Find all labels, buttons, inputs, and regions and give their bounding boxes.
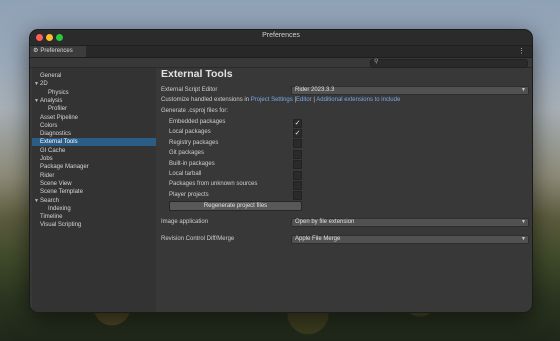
sidebar-item-analysis[interactable]: ▼ Analysis <box>32 97 156 105</box>
option-label: Local packages <box>169 129 211 136</box>
page-title: External Tools <box>161 68 233 80</box>
sidebar-item-external-tools[interactable]: External Tools <box>32 138 156 147</box>
gear-icon: ⚙ <box>33 48 39 54</box>
sidebar-item-physics[interactable]: Physics <box>32 89 156 97</box>
tab-label: Preferences <box>40 48 73 54</box>
image-application-label: Image application <box>161 219 209 225</box>
option-label: Registry packages <box>169 139 219 146</box>
option-label: Git packages <box>169 150 205 157</box>
option-label: Embedded packages <box>169 119 226 125</box>
sidebar-item-search[interactable]: ▼ Search <box>32 197 156 205</box>
sidebar-item-label: Search <box>40 197 60 204</box>
option-label: Packages from unknown sources <box>169 181 258 188</box>
sidebar: General ▼ 2D Physics ▼ Analysis Profiler Asset … <box>32 68 156 312</box>
sidebar-item-label: Colors <box>40 122 58 129</box>
sidebar-item-jobs[interactable]: Jobs <box>32 155 156 163</box>
project-settings-link[interactable]: Project Settings <box>251 97 293 103</box>
generate-label: Generate .csproj files for: <box>161 108 229 114</box>
link-separator: | <box>313 97 315 103</box>
option-checkbox[interactable] <box>293 139 302 149</box>
more-options-icon[interactable]: ⋮ <box>518 47 525 55</box>
sidebar-item-label: Rider <box>40 172 55 179</box>
script-editor-label: External Script Editor <box>161 87 218 93</box>
sidebar-item-label: Scene View <box>40 180 72 187</box>
script-editor-value: Rider 2023.3.3 <box>295 87 335 93</box>
content-area: General ▼ 2D Physics ▼ Analysis Profiler Asset … <box>30 68 532 312</box>
sidebar-item-asset-pipeline[interactable]: Asset Pipeline <box>32 114 156 122</box>
sidebar-item-label: Visual Scripting <box>40 222 82 229</box>
window-title: Preferences <box>262 32 300 39</box>
revision-control-label: Revision Control Diff/Merge <box>161 236 235 242</box>
sidebar-item-label: Timeline <box>40 214 63 221</box>
sidebar-item-profiler[interactable]: Profiler <box>32 105 156 113</box>
image-application-value: Open by file extension <box>295 219 355 225</box>
sidebar-item-label: Jobs <box>40 156 53 162</box>
option-checkbox[interactable] <box>293 160 302 170</box>
revision-control-value: Apple File Merge <box>295 236 341 242</box>
sidebar-item-general[interactable]: General <box>32 72 156 80</box>
option-checkbox[interactable]: ✓ <box>293 128 302 138</box>
sidebar-item-timeline[interactable]: Timeline <box>32 213 156 221</box>
search-input[interactable]: ⚲ <box>370 59 528 68</box>
sidebar-item-scene-template[interactable]: Scene Template <box>32 188 156 196</box>
regenerate-project-files-button[interactable]: Regenerate project files <box>169 201 302 211</box>
checkmark-icon: ✓ <box>294 119 301 127</box>
editor-link[interactable]: Editor <box>296 97 312 103</box>
sidebar-item-indexing[interactable]: Indexing <box>32 205 156 213</box>
sidebar-item-label: Scene Template <box>40 189 83 196</box>
expand-arrow-icon[interactable]: ▼ <box>34 197 39 205</box>
script-editor-dropdown[interactable]: Rider 2023.3.3 ▼ <box>291 86 529 95</box>
option-checkbox[interactable] <box>293 191 302 201</box>
checkmark-icon: ✓ <box>294 129 301 137</box>
sidebar-item-label: 2D <box>40 81 48 88</box>
chevron-down-icon: ▼ <box>521 219 526 225</box>
sidebar-item-label: External Tools <box>40 139 78 146</box>
preferences-window: Preferences ⚙ Preferences ⋮ ⚲ General ▼ 2D P… <box>29 29 533 313</box>
chevron-down-icon: ▼ <box>521 87 526 93</box>
option-checkbox[interactable] <box>293 180 302 190</box>
option-checkbox[interactable]: ✓ <box>293 118 302 128</box>
sidebar-item-label: Asset Pipeline <box>40 114 79 121</box>
option-label: Local tarball <box>169 171 202 177</box>
title-bar: Preferences <box>30 30 532 46</box>
image-application-dropdown[interactable]: Open by file extension ▼ <box>291 218 529 227</box>
sidebar-item-gi-cache[interactable]: GI Cache <box>32 147 156 155</box>
sidebar-item-label: GI Cache <box>40 147 66 154</box>
expand-arrow-icon[interactable]: ▼ <box>34 97 39 105</box>
sidebar-item-visual-scripting[interactable]: Visual Scripting <box>32 221 156 229</box>
sidebar-item-label: General <box>40 73 62 79</box>
option-label: Player projects <box>169 191 209 198</box>
tab-preferences[interactable]: ⚙ Preferences <box>30 46 86 57</box>
sidebar-item-scene-view[interactable]: Scene View <box>32 180 156 188</box>
option-label: Built-in packages <box>169 160 215 167</box>
sidebar-item-colors[interactable]: Colors <box>32 122 156 130</box>
sidebar-item-label: Package Manager <box>40 164 89 171</box>
search-row: ⚲ <box>30 58 532 68</box>
customize-prefix: Customize handled extensions in <box>161 97 250 103</box>
expand-arrow-icon[interactable]: ▼ <box>34 80 39 88</box>
sidebar-item-label: Physics <box>48 89 69 96</box>
customize-extensions-line: Customize handled extensions in Project … <box>161 97 400 103</box>
main-panel: External Tools External Script Editor Ri… <box>161 68 532 312</box>
sidebar-item-rider[interactable]: Rider <box>32 172 156 180</box>
revision-control-dropdown[interactable]: Apple File Merge ▼ <box>291 235 529 244</box>
sidebar-item-label: Indexing <box>48 205 71 212</box>
sidebar-item-label: Analysis <box>40 97 63 104</box>
search-icon: ⚲ <box>374 59 379 65</box>
option-checkbox[interactable] <box>293 170 302 180</box>
option-checkbox[interactable] <box>293 149 302 159</box>
additional-extensions-link[interactable]: Additional extensions to include <box>316 97 400 103</box>
tab-bar: ⚙ Preferences ⋮ <box>30 46 532 58</box>
sidebar-item-diagnostics[interactable]: Diagnostics <box>32 130 156 138</box>
chevron-down-icon: ▼ <box>521 236 526 242</box>
sidebar-item-2d[interactable]: ▼ 2D <box>32 80 156 88</box>
sidebar-item-label: Profiler <box>48 106 68 113</box>
sidebar-item-label: Diagnostics <box>40 131 72 138</box>
sidebar-item-package-manager[interactable]: Package Manager <box>32 163 156 171</box>
